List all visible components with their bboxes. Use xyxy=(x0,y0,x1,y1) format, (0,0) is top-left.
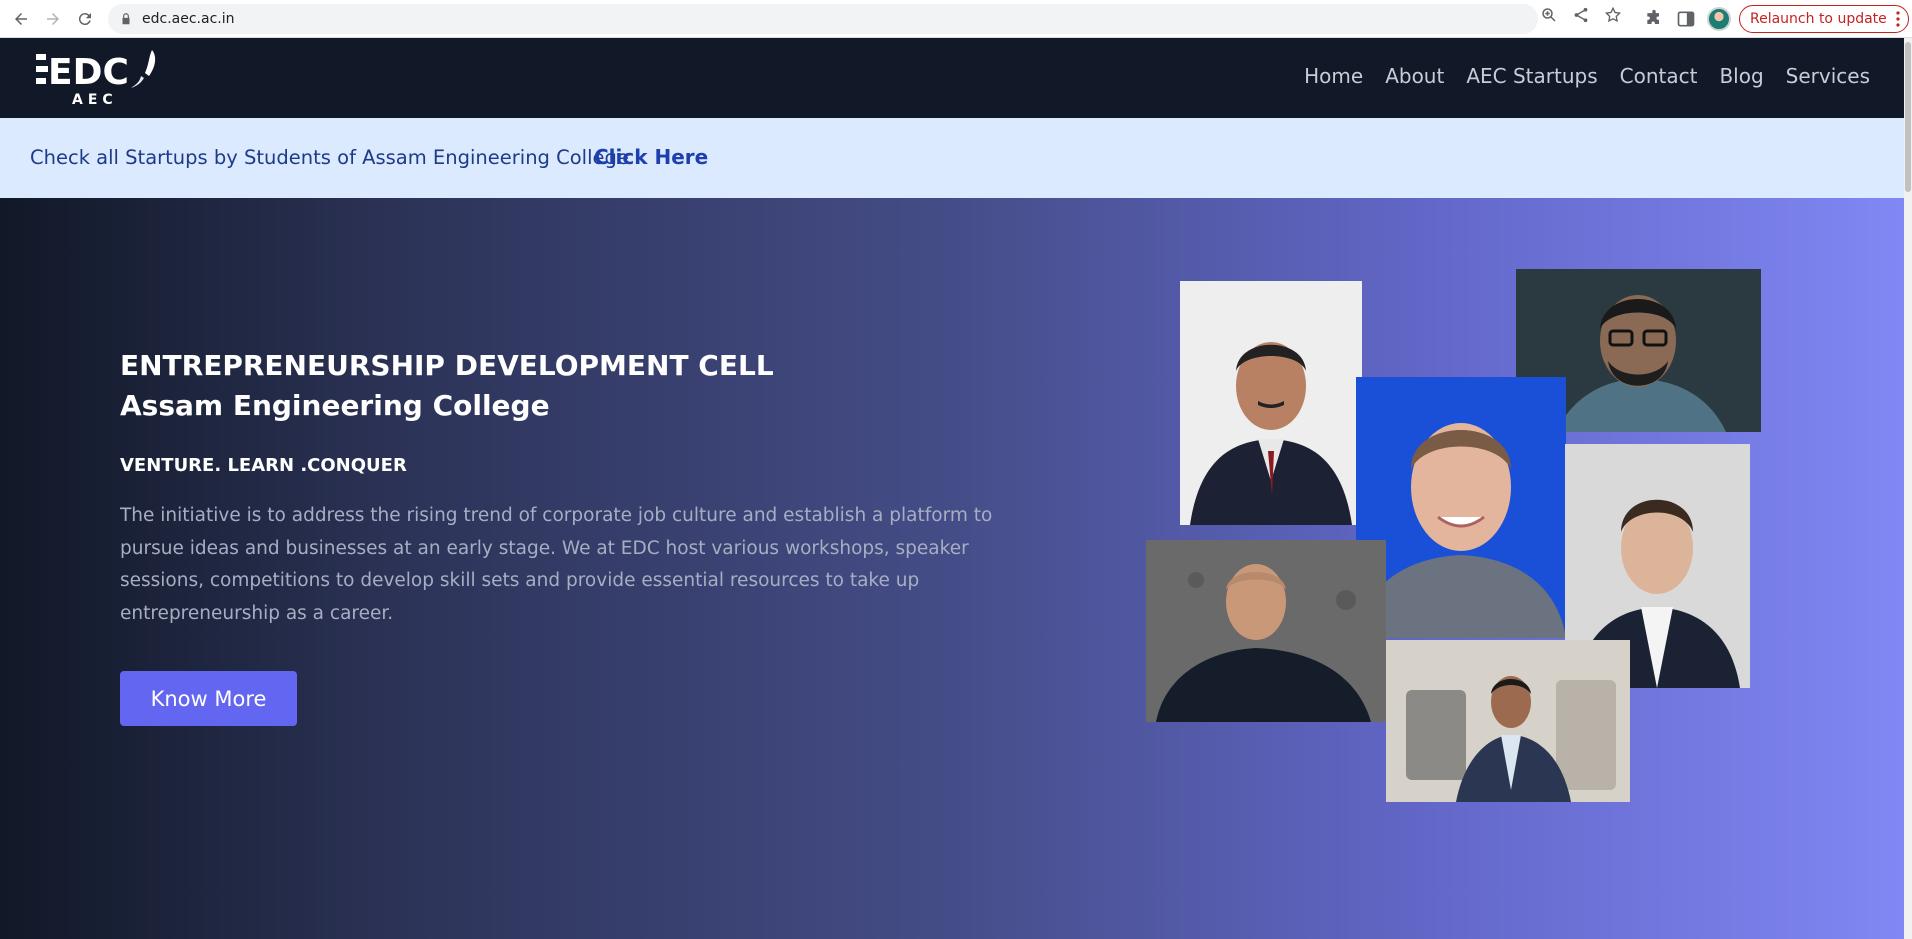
announcement-bar: Check all Startups by Students of Assam … xyxy=(0,118,1904,198)
announcement-text: Check all Startups by Students of Assam … xyxy=(30,146,629,169)
reload-icon[interactable] xyxy=(72,6,98,32)
hero-title: ENTREPRENEURSHIP DEVELOPMENT CELL xyxy=(120,349,774,382)
scrollbar-thumb[interactable] xyxy=(1905,42,1911,192)
lock-icon xyxy=(122,13,130,25)
url-text: edc.aec.ac.in xyxy=(142,11,235,27)
hero-tagline: VENTURE. LEARN .CONQUER xyxy=(120,455,407,476)
browser-toolbar: edc.aec.ac.in Relaunch to update xyxy=(0,0,1912,38)
logo-sub: AEC xyxy=(72,92,118,106)
nav-contact[interactable]: Contact xyxy=(1620,64,1698,88)
nav-blog[interactable]: Blog xyxy=(1719,64,1763,88)
hero-subtitle: Assam Engineering College xyxy=(120,389,550,422)
entrepreneur-photo-3 xyxy=(1356,377,1566,638)
more-menu-icon[interactable] xyxy=(1896,11,1900,27)
back-icon[interactable] xyxy=(8,6,34,32)
forward-icon[interactable] xyxy=(40,6,66,32)
profile-avatar[interactable] xyxy=(1707,7,1731,31)
nav-aec-startups[interactable]: AEC Startups xyxy=(1466,64,1597,88)
hero-description: The initiative is to address the rising … xyxy=(120,505,993,624)
extensions-icon[interactable] xyxy=(1644,9,1664,29)
nav-about[interactable]: About xyxy=(1385,64,1444,88)
address-bar[interactable]: edc.aec.ac.in xyxy=(108,4,1538,34)
relaunch-button[interactable]: Relaunch to update xyxy=(1739,5,1909,33)
site-header: EDC AEC Home About AEC Startups Contact … xyxy=(0,38,1904,118)
entrepreneur-photo-1 xyxy=(1180,281,1362,525)
share-icon[interactable] xyxy=(1572,6,1590,24)
side-panel-icon[interactable] xyxy=(1676,9,1696,29)
hero-section: ENTREPRENEURSHIP DEVELOPMENT CELL Assam … xyxy=(0,198,1904,939)
zoom-icon[interactable] xyxy=(1540,6,1558,24)
entrepreneur-photo-5 xyxy=(1146,540,1386,722)
nav-home[interactable]: Home xyxy=(1304,64,1363,88)
nav-services[interactable]: Services xyxy=(1786,64,1870,88)
know-more-button[interactable]: Know More xyxy=(120,671,297,726)
logo-wordmark: EDC xyxy=(48,52,129,93)
entrepreneur-photo-6 xyxy=(1386,640,1630,802)
click-here-link[interactable]: Click Here xyxy=(594,145,708,169)
relaunch-label: Relaunch to update xyxy=(1750,11,1887,27)
bookmark-star-icon[interactable] xyxy=(1604,6,1622,24)
main-nav: Home About AEC Startups Contact Blog Ser… xyxy=(1304,64,1870,88)
edc-logo[interactable]: EDC AEC xyxy=(34,48,164,106)
